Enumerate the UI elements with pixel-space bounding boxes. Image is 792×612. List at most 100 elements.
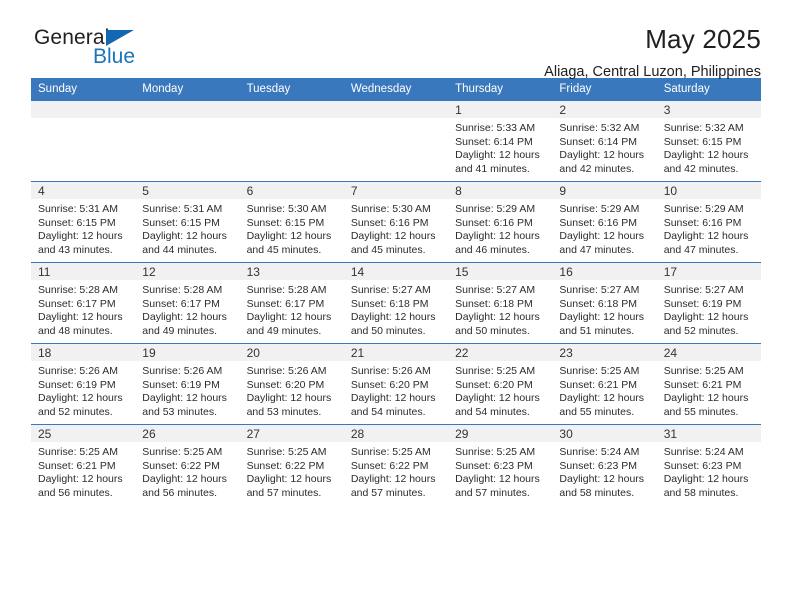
calendar-day-cell[interactable]: 30 Sunrise: 5:24 AM Sunset: 6:23 PM Dayligh…	[552, 424, 657, 505]
day-details: Sunrise: 5:31 AM Sunset: 6:15 PM Daylight:…	[31, 199, 135, 257]
daylight-text: Daylight: 12 hours and 50 minutes.	[455, 311, 540, 337]
sunrise-text: Sunrise: 5:24 AM	[559, 446, 640, 458]
sunrise-text: Sunrise: 5:25 AM	[455, 446, 536, 458]
sunrise-text: Sunrise: 5:31 AM	[142, 203, 223, 215]
calendar-week-row: 1 Sunrise: 5:33 AM Sunset: 6:14 PM Daylight…	[31, 100, 761, 182]
calendar-day-cell[interactable]: 20 Sunrise: 5:26 AM Sunset: 6:20 PM Dayligh…	[239, 343, 344, 425]
daylight-text: Daylight: 12 hours and 53 minutes.	[142, 392, 227, 418]
calendar-day-cell[interactable]: 10 Sunrise: 5:29 AM Sunset: 6:16 PM Dayligh…	[656, 181, 761, 263]
sunset-text: Sunset: 6:21 PM	[559, 378, 638, 391]
sunset-text: Sunset: 6:16 PM	[350, 216, 429, 229]
calendar-day-cell[interactable]: 12 Sunrise: 5:28 AM Sunset: 6:17 PM Dayligh…	[135, 262, 240, 344]
day-details: Sunrise: 5:25 AM Sunset: 6:22 PM Daylight:…	[135, 442, 239, 500]
calendar-body: 1 Sunrise: 5:33 AM Sunset: 6:14 PM Daylight…	[31, 100, 761, 505]
sunrise-text: Sunrise: 5:26 AM	[38, 365, 118, 377]
day-details: Sunrise: 5:26 AM Sunset: 6:19 PM Daylight:…	[135, 361, 239, 419]
calendar-cell-empty	[343, 100, 449, 182]
calendar-day-cell[interactable]: 17 Sunrise: 5:27 AM Sunset: 6:19 PM Dayligh…	[656, 262, 761, 344]
calendar-day-cell[interactable]: 8 Sunrise: 5:29 AM Sunset: 6:16 PM Daylight…	[448, 181, 553, 263]
calendar-day-cell[interactable]: 26 Sunrise: 5:25 AM Sunset: 6:22 PM Dayligh…	[135, 424, 240, 505]
sunrise-text: Sunrise: 5:24 AM	[663, 446, 744, 458]
daylight-text: Daylight: 12 hours and 53 minutes.	[246, 392, 332, 418]
sunrise-text: Sunrise: 5:25 AM	[455, 365, 536, 377]
daylight-text: Daylight: 12 hours and 54 minutes.	[455, 392, 540, 418]
sunset-text: Sunset: 6:16 PM	[663, 216, 742, 229]
general-blue-logo[interactable]: General Blue	[31, 22, 181, 72]
day-details: Sunrise: 5:31 AM Sunset: 6:15 PM Daylight:…	[135, 199, 239, 257]
daylight-text: Daylight: 12 hours and 56 minutes.	[142, 473, 227, 499]
sunrise-text: Sunrise: 5:28 AM	[142, 284, 223, 296]
sunrise-text: Sunrise: 5:30 AM	[246, 203, 327, 215]
daylight-text: Daylight: 12 hours and 46 minutes.	[455, 230, 540, 256]
sunrise-text: Sunrise: 5:25 AM	[38, 446, 118, 458]
day-details: Sunrise: 5:33 AM Sunset: 6:14 PM Daylight:…	[448, 118, 552, 176]
daylight-text: Daylight: 12 hours and 47 minutes.	[559, 230, 645, 256]
day-number: 8	[448, 182, 553, 199]
sunrise-text: Sunrise: 5:26 AM	[246, 365, 327, 377]
day-details: Sunrise: 5:27 AM Sunset: 6:18 PM Daylight:…	[552, 280, 656, 338]
calendar-day-cell[interactable]: 13 Sunrise: 5:28 AM Sunset: 6:17 PM Dayligh…	[239, 262, 344, 344]
calendar-day-cell[interactable]: 19 Sunrise: 5:26 AM Sunset: 6:19 PM Dayligh…	[135, 343, 240, 425]
calendar-day-cell[interactable]: 9 Sunrise: 5:29 AM Sunset: 6:16 PM Daylight…	[552, 181, 657, 263]
daylight-text: Daylight: 12 hours and 47 minutes.	[663, 230, 749, 256]
day-details: Sunrise: 5:25 AM Sunset: 6:22 PM Daylight:…	[240, 442, 344, 500]
calendar-day-cell[interactable]: 16 Sunrise: 5:27 AM Sunset: 6:18 PM Dayligh…	[552, 262, 657, 344]
day-number: 30	[552, 425, 657, 442]
day-number: 19	[135, 344, 240, 361]
calendar-day-cell[interactable]: 2 Sunrise: 5:32 AM Sunset: 6:14 PM Daylight…	[552, 100, 657, 182]
calendar-day-cell[interactable]: 5 Sunrise: 5:31 AM Sunset: 6:15 PM Daylight…	[135, 181, 240, 263]
calendar-cell-empty	[135, 100, 240, 182]
calendar-day-cell[interactable]: 21 Sunrise: 5:26 AM Sunset: 6:20 PM Dayligh…	[343, 343, 449, 425]
calendar-day-cell[interactable]: 6 Sunrise: 5:30 AM Sunset: 6:15 PM Daylight…	[239, 181, 344, 263]
day-number: 20	[239, 344, 344, 361]
day-details: Sunrise: 5:27 AM Sunset: 6:18 PM Daylight:…	[344, 280, 448, 338]
day-number: 24	[656, 344, 761, 361]
sunset-text: Sunset: 6:20 PM	[246, 378, 325, 391]
calendar-day-cell[interactable]: 29 Sunrise: 5:25 AM Sunset: 6:23 PM Dayligh…	[448, 424, 553, 505]
day-details: Sunrise: 5:29 AM Sunset: 6:16 PM Daylight:…	[448, 199, 552, 257]
page-title: May 2025	[645, 24, 761, 54]
day-details: Sunrise: 5:25 AM Sunset: 6:21 PM Daylight:…	[657, 361, 761, 419]
calendar-day-cell[interactable]: 1 Sunrise: 5:33 AM Sunset: 6:14 PM Daylight…	[448, 100, 553, 182]
calendar-day-cell[interactable]: 25 Sunrise: 5:25 AM Sunset: 6:21 PM Dayligh…	[31, 424, 136, 505]
daylight-text: Daylight: 12 hours and 58 minutes.	[663, 473, 749, 499]
day-details: Sunrise: 5:25 AM Sunset: 6:23 PM Daylight:…	[448, 442, 552, 500]
daylight-text: Daylight: 12 hours and 49 minutes.	[246, 311, 332, 337]
calendar-day-cell[interactable]: 23 Sunrise: 5:25 AM Sunset: 6:21 PM Dayligh…	[552, 343, 657, 425]
calendar-day-cell[interactable]: 4 Sunrise: 5:31 AM Sunset: 6:15 PM Daylight…	[31, 181, 136, 263]
calendar-day-cell[interactable]: 24 Sunrise: 5:25 AM Sunset: 6:21 PM Dayligh…	[656, 343, 761, 425]
sunset-text: Sunset: 6:18 PM	[455, 297, 533, 310]
weekday-header-sunday: Sunday	[31, 78, 136, 101]
sunset-text: Sunset: 6:22 PM	[142, 459, 220, 472]
sunrise-text: Sunrise: 5:31 AM	[38, 203, 118, 215]
day-details: Sunrise: 5:28 AM Sunset: 6:17 PM Daylight:…	[240, 280, 344, 338]
calendar-day-cell[interactable]: 14 Sunrise: 5:27 AM Sunset: 6:18 PM Dayligh…	[343, 262, 449, 344]
calendar-day-cell[interactable]: 11 Sunrise: 5:28 AM Sunset: 6:17 PM Dayligh…	[31, 262, 136, 344]
day-number: 21	[343, 344, 449, 361]
sunrise-text: Sunrise: 5:26 AM	[350, 365, 431, 377]
weekday-header-thursday: Thursday	[448, 78, 553, 101]
daylight-text: Daylight: 12 hours and 52 minutes.	[38, 392, 123, 418]
calendar-day-cell[interactable]: 27 Sunrise: 5:25 AM Sunset: 6:22 PM Dayligh…	[239, 424, 344, 505]
sunset-text: Sunset: 6:19 PM	[142, 378, 220, 391]
calendar-day-cell[interactable]: 28 Sunrise: 5:25 AM Sunset: 6:22 PM Dayligh…	[343, 424, 449, 505]
calendar-day-cell[interactable]: 31 Sunrise: 5:24 AM Sunset: 6:23 PM Dayligh…	[656, 424, 761, 505]
daylight-text: Daylight: 12 hours and 57 minutes.	[350, 473, 436, 499]
day-number: 31	[656, 425, 761, 442]
daylight-text: Daylight: 12 hours and 49 minutes.	[142, 311, 227, 337]
sunrise-text: Sunrise: 5:27 AM	[559, 284, 640, 296]
day-details: Sunrise: 5:28 AM Sunset: 6:17 PM Daylight:…	[31, 280, 135, 338]
sunrise-text: Sunrise: 5:32 AM	[663, 122, 744, 134]
calendar-day-cell[interactable]: 15 Sunrise: 5:27 AM Sunset: 6:18 PM Dayligh…	[448, 262, 553, 344]
calendar-day-cell[interactable]: 22 Sunrise: 5:25 AM Sunset: 6:20 PM Dayligh…	[448, 343, 553, 425]
calendar-day-cell[interactable]: 7 Sunrise: 5:30 AM Sunset: 6:16 PM Daylight…	[343, 181, 449, 263]
daylight-text: Daylight: 12 hours and 52 minutes.	[663, 311, 749, 337]
calendar-grid: Sunday Monday Tuesday Wednesday Thursday…	[31, 78, 761, 505]
sunrise-text: Sunrise: 5:29 AM	[559, 203, 640, 215]
day-details: Sunrise: 5:25 AM Sunset: 6:21 PM Daylight:…	[31, 442, 135, 500]
calendar-day-cell[interactable]: 3 Sunrise: 5:32 AM Sunset: 6:15 PM Daylight…	[656, 100, 761, 182]
calendar-day-cell[interactable]: 18 Sunrise: 5:26 AM Sunset: 6:19 PM Dayligh…	[31, 343, 136, 425]
day-number: 14	[343, 263, 449, 280]
sunset-text: Sunset: 6:15 PM	[663, 135, 742, 148]
sunset-text: Sunset: 6:23 PM	[663, 459, 742, 472]
